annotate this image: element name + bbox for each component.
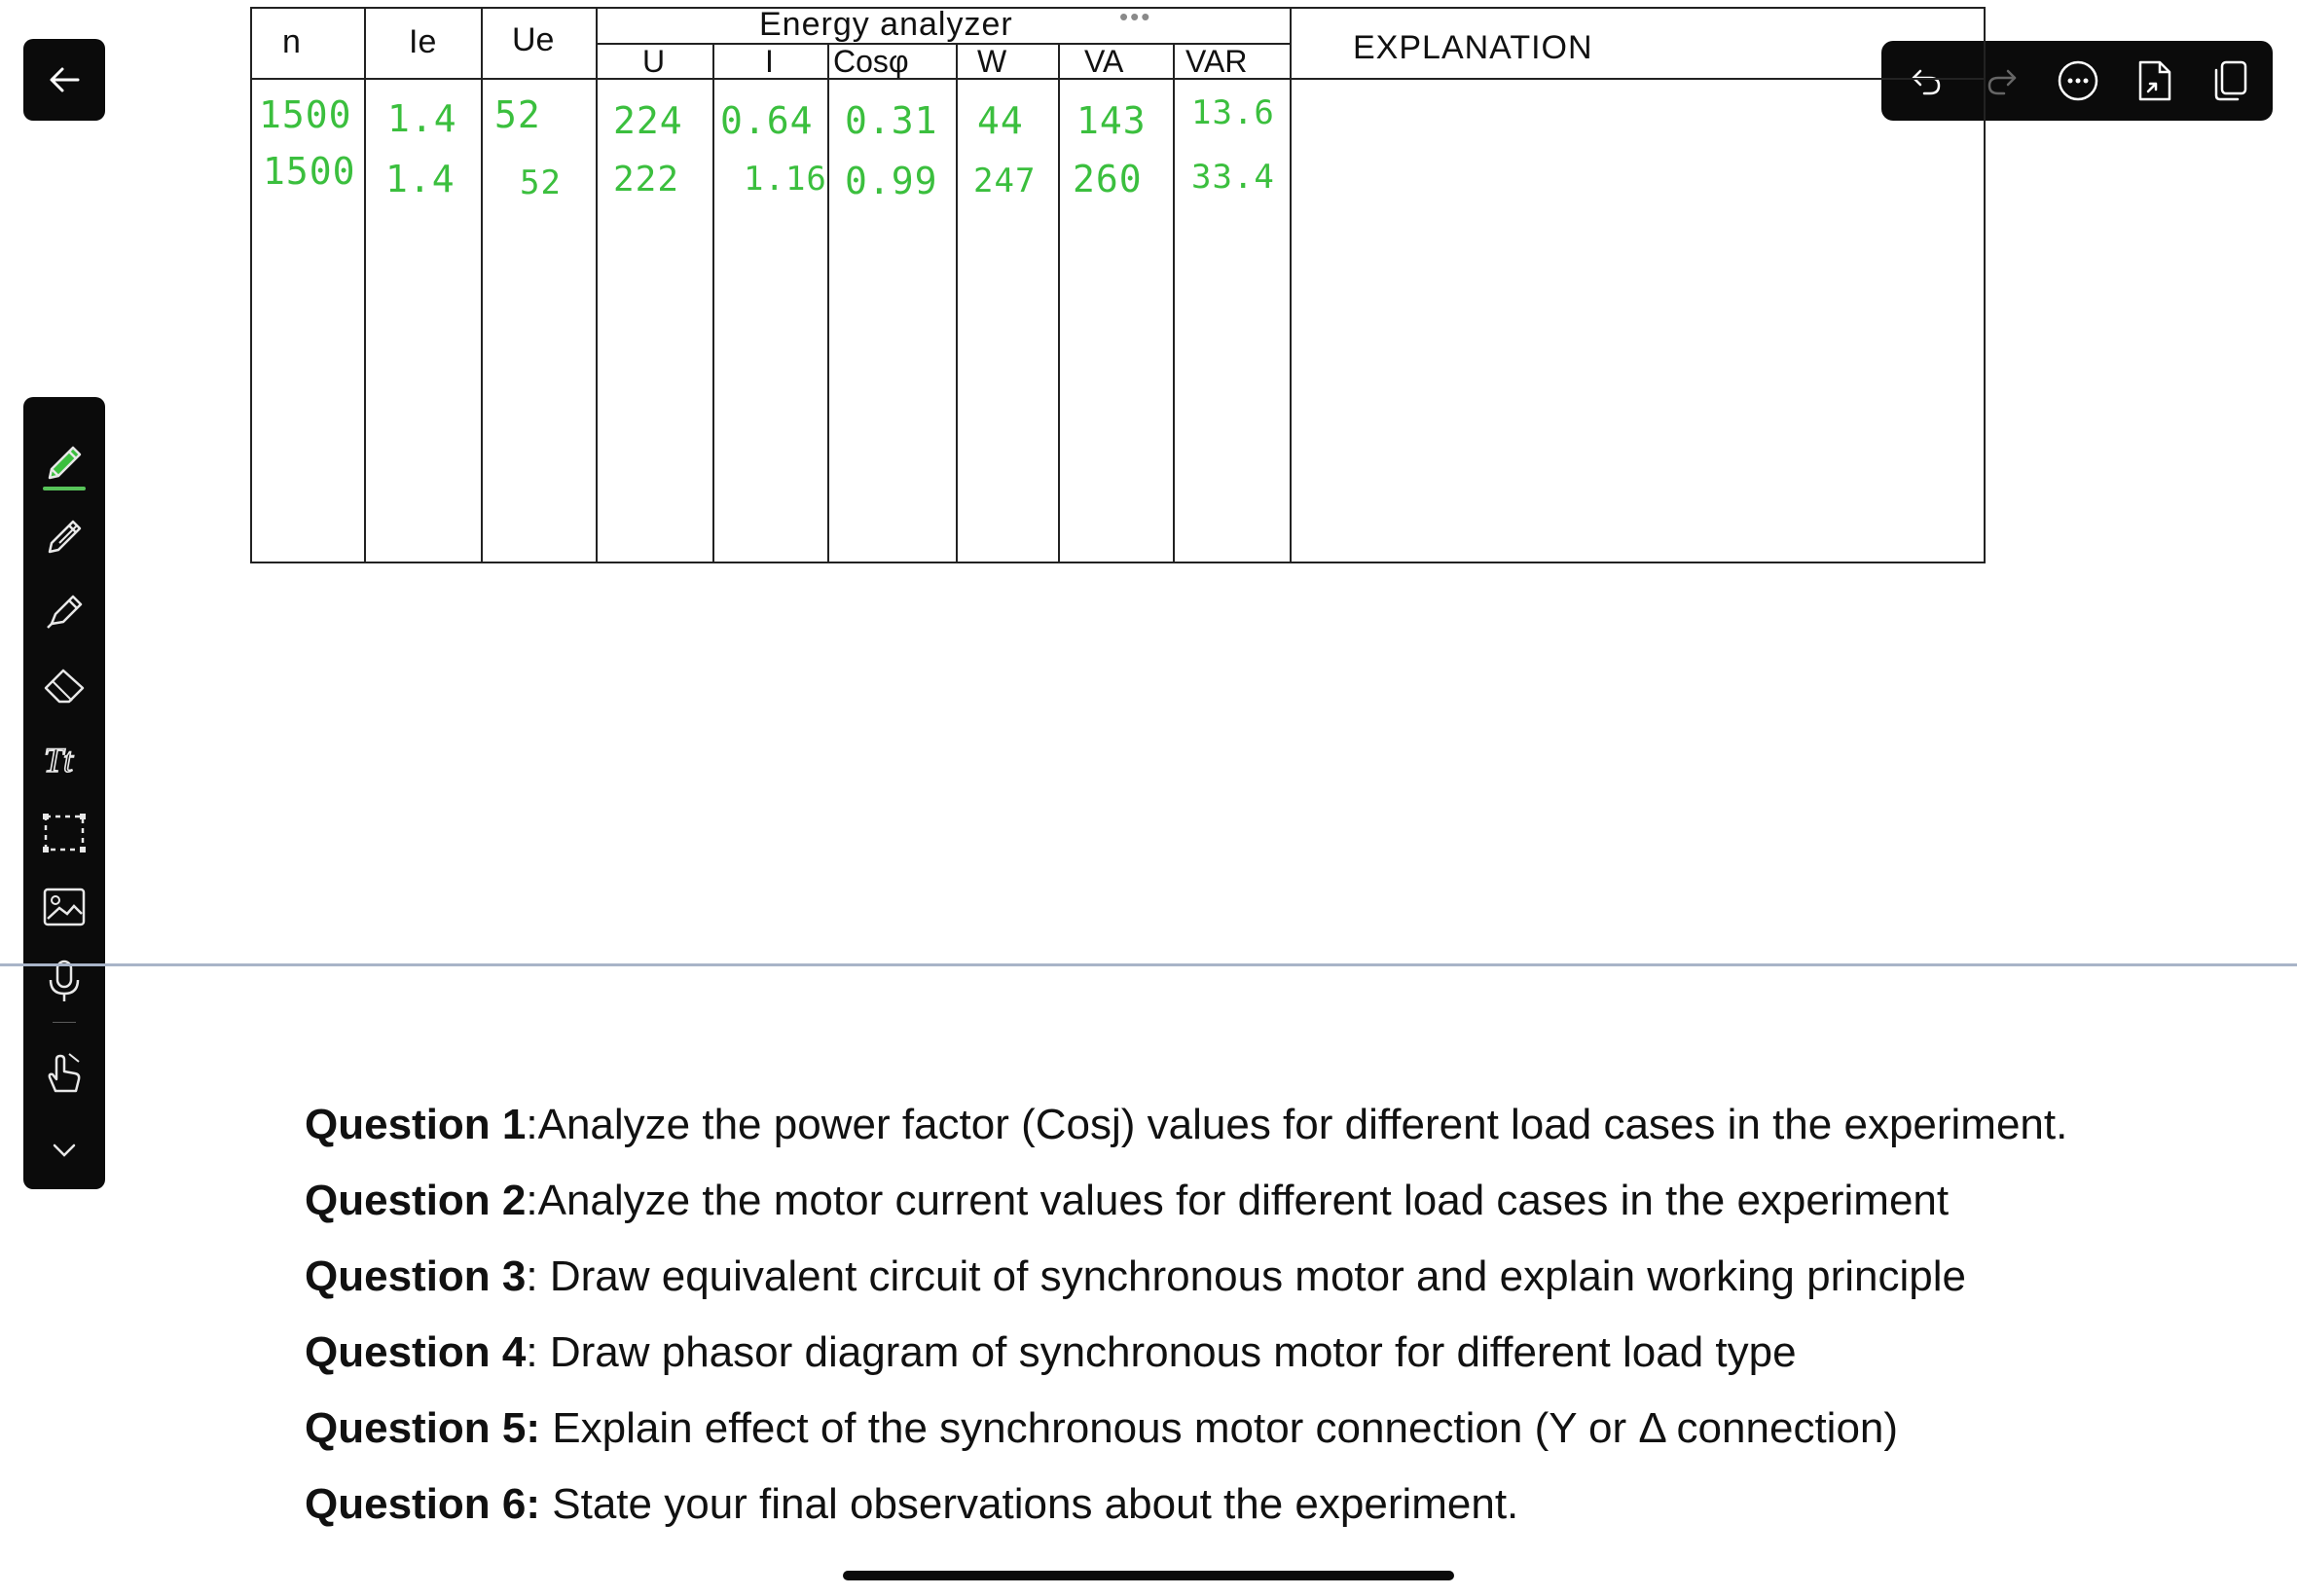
pencil-tool[interactable] <box>23 508 105 566</box>
row1-var: 13.6 <box>1191 93 1275 132</box>
row1-n: 1500 <box>259 93 352 136</box>
row2-cos: 0.99 <box>845 160 938 202</box>
row2-va: 260 <box>1073 158 1143 200</box>
question-label: Question 2 <box>305 1177 527 1224</box>
row2-i: 1.16 <box>744 160 827 199</box>
home-indicator[interactable] <box>843 1571 1454 1580</box>
eraser-tool[interactable] <box>23 656 105 714</box>
question-label: Question 1 <box>305 1101 527 1148</box>
row1-va: 143 <box>1076 99 1147 142</box>
back-button[interactable] <box>23 39 105 121</box>
question-text: : Draw equivalent circuit of synchronous… <box>526 1252 1966 1300</box>
row1-cos: 0.31 <box>845 99 938 142</box>
question-text: :Analyze the power factor (Cosj) values … <box>526 1101 2068 1148</box>
pages-icon <box>2214 60 2247 101</box>
chevron-down-icon <box>53 1143 76 1157</box>
question-5: Question 5: Explain effect of the synchr… <box>305 1403 2212 1479</box>
header-ie: Ie <box>409 23 437 60</box>
export-button[interactable] <box>2125 52 2183 110</box>
header-explanation: EXPLANATION <box>1353 29 1593 66</box>
row1-w: 44 <box>977 99 1024 142</box>
header-cos-phi: Cosφ <box>833 44 909 79</box>
pages-button[interactable] <box>2201 52 2259 110</box>
touch-draw-tool[interactable] <box>23 1043 105 1102</box>
measurement-table <box>250 7 1986 563</box>
question-label: Question 6: <box>305 1480 541 1528</box>
row1-ue: 52 <box>494 93 541 136</box>
header-n: n <box>282 23 301 60</box>
microphone-tool[interactable] <box>23 952 105 1010</box>
highlighter-icon <box>47 595 83 629</box>
pencil-icon <box>48 520 82 554</box>
header-var: VAR <box>1185 44 1248 79</box>
more-icon <box>2058 60 2098 101</box>
row1-u: 224 <box>613 99 683 142</box>
page-break-line <box>0 963 2297 966</box>
tools-toolbar: Tt <box>23 397 105 1189</box>
row2-var: 33.4 <box>1191 158 1275 197</box>
question-2: Question 2:Analyze the motor current val… <box>305 1176 2212 1251</box>
lasso-select-icon <box>43 814 86 852</box>
row1-i: 0.64 <box>720 99 814 142</box>
question-label: Question 4 <box>305 1328 527 1376</box>
pen-icon <box>48 446 82 480</box>
hand-touch-icon <box>48 1053 81 1093</box>
toolbar-collapse-button[interactable] <box>23 1121 105 1179</box>
header-u: U <box>642 44 666 79</box>
image-icon <box>43 888 86 926</box>
lasso-select-tool[interactable] <box>23 804 105 862</box>
export-icon <box>2138 60 2171 101</box>
eraser-icon <box>44 669 85 704</box>
header-energy-analyzer: Energy analyzer <box>759 6 1013 43</box>
question-text: Explain effect of the synchronous motor … <box>540 1404 1899 1452</box>
question-3: Question 3: Draw equivalent circuit of s… <box>305 1251 2212 1327</box>
question-text: :Analyze the motor current values for di… <box>526 1177 1950 1224</box>
question-1: Question 1:Analyze the power factor (Cos… <box>305 1100 2212 1176</box>
highlighter-tool[interactable] <box>23 582 105 640</box>
question-label: Question 5: <box>305 1404 541 1452</box>
row2-ie: 1.4 <box>385 158 456 200</box>
question-4: Question 4: Draw phasor diagram of synch… <box>305 1327 2212 1403</box>
redo-icon <box>1987 69 2017 95</box>
arrow-left-icon <box>50 67 80 92</box>
question-6: Question 6: State your final observation… <box>305 1479 2212 1555</box>
header-ue: Ue <box>512 21 555 58</box>
svg-text:Tt: Tt <box>44 741 74 780</box>
toolbar-divider <box>53 1022 76 1023</box>
text-tool[interactable]: Tt <box>23 730 105 788</box>
image-tool[interactable] <box>23 878 105 936</box>
header-w: W <box>977 44 1007 79</box>
question-text: : Draw phasor diagram of synchronous mot… <box>526 1328 1797 1376</box>
row2-w: 247 <box>973 162 1037 200</box>
more-button[interactable] <box>2049 52 2107 110</box>
question-label: Question 3 <box>305 1252 527 1300</box>
row1-ie: 1.4 <box>387 97 457 140</box>
more-handle-icon[interactable]: ••• <box>1119 2 1151 32</box>
row2-n: 1500 <box>263 150 356 193</box>
text-icon: Tt <box>43 740 75 780</box>
question-text: State your final observations about the … <box>540 1480 1519 1528</box>
header-va: VA <box>1084 44 1124 79</box>
header-i: I <box>765 44 774 79</box>
questions-list: Question 1:Analyze the power factor (Cos… <box>305 1100 2212 1555</box>
active-tool-indicator <box>43 487 86 490</box>
pen-tool[interactable] <box>23 434 105 492</box>
row2-u: 222 <box>613 160 680 200</box>
row2-ue: 52 <box>520 163 562 202</box>
